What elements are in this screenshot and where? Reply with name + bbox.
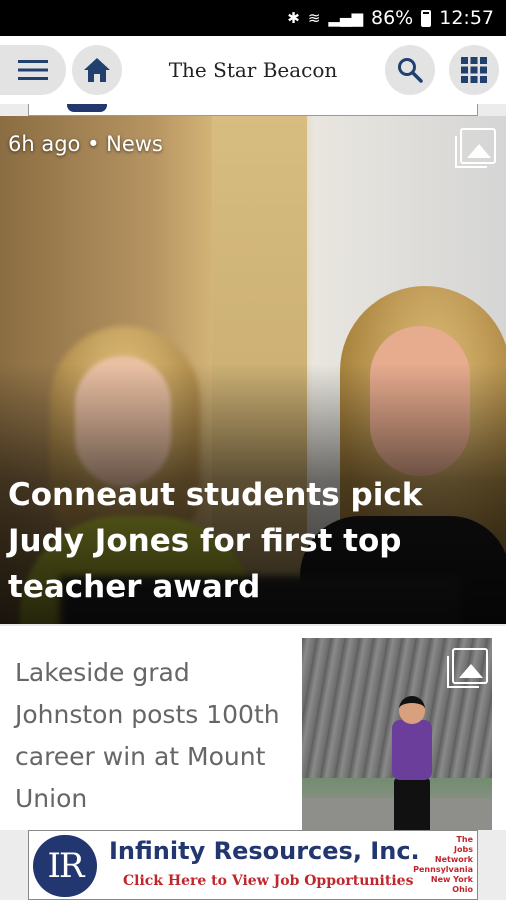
search-button[interactable] — [385, 45, 435, 95]
signal-icon: ▂▄▆ — [328, 9, 363, 27]
ad-side-line: Jobs — [454, 845, 473, 854]
ad-call-to-action: Click Here to View Job Opportunities — [123, 873, 414, 889]
grid-icon — [461, 57, 487, 83]
ad-side-line: The — [456, 835, 473, 844]
app-bar: The Star Beacon — [0, 36, 506, 104]
bluetooth-icon: ✱ — [287, 9, 300, 27]
home-button[interactable] — [72, 45, 122, 95]
story-title[interactable]: Lakeside grad Johnston posts 100th caree… — [15, 652, 285, 820]
story-card[interactable]: Lakeside grad Johnston posts 100th caree… — [0, 624, 506, 830]
clock: 12:57 — [439, 7, 494, 29]
wifi-icon: ≋ — [307, 9, 321, 27]
menu-button[interactable] — [0, 45, 66, 95]
status-bar: ✱ ≋ ▂▄▆ 86% 12:57 — [0, 0, 506, 36]
photo-gallery-icon — [447, 648, 488, 688]
ad-side-line: Ohio — [452, 885, 473, 894]
photo-gallery-icon — [455, 128, 496, 168]
ad-side-line: Pennsylvania — [413, 865, 473, 874]
hero-headline[interactable]: Conneaut students pick Judy Jones for fi… — [8, 472, 503, 610]
ad-company-name: Infinity Resources, Inc. — [109, 837, 420, 865]
app-title: The Star Beacon — [168, 58, 338, 82]
ad-logo-fragment — [67, 104, 107, 112]
ad-banner[interactable]: IR Infinity Resources, Inc. Click Here t… — [28, 830, 478, 900]
hero-meta: 6h ago • News — [8, 132, 163, 156]
home-icon — [84, 58, 110, 82]
sections-button[interactable] — [449, 45, 499, 95]
top-ad-strip[interactable] — [28, 104, 478, 116]
hamburger-menu-icon — [18, 60, 48, 80]
story-thumbnail[interactable] — [302, 638, 492, 830]
battery-icon — [421, 9, 432, 27]
ad-side-text: The Jobs Network Pennsylvania New York O… — [413, 835, 473, 895]
ad-side-line: Network — [434, 855, 473, 864]
search-icon — [398, 58, 423, 83]
ad-logo: IR — [33, 835, 97, 897]
ad-side-line: New York — [430, 875, 473, 884]
hero-story-card[interactable]: 6h ago • News Conneaut students pick Jud… — [0, 116, 506, 624]
battery-percent: 86% — [371, 7, 414, 29]
